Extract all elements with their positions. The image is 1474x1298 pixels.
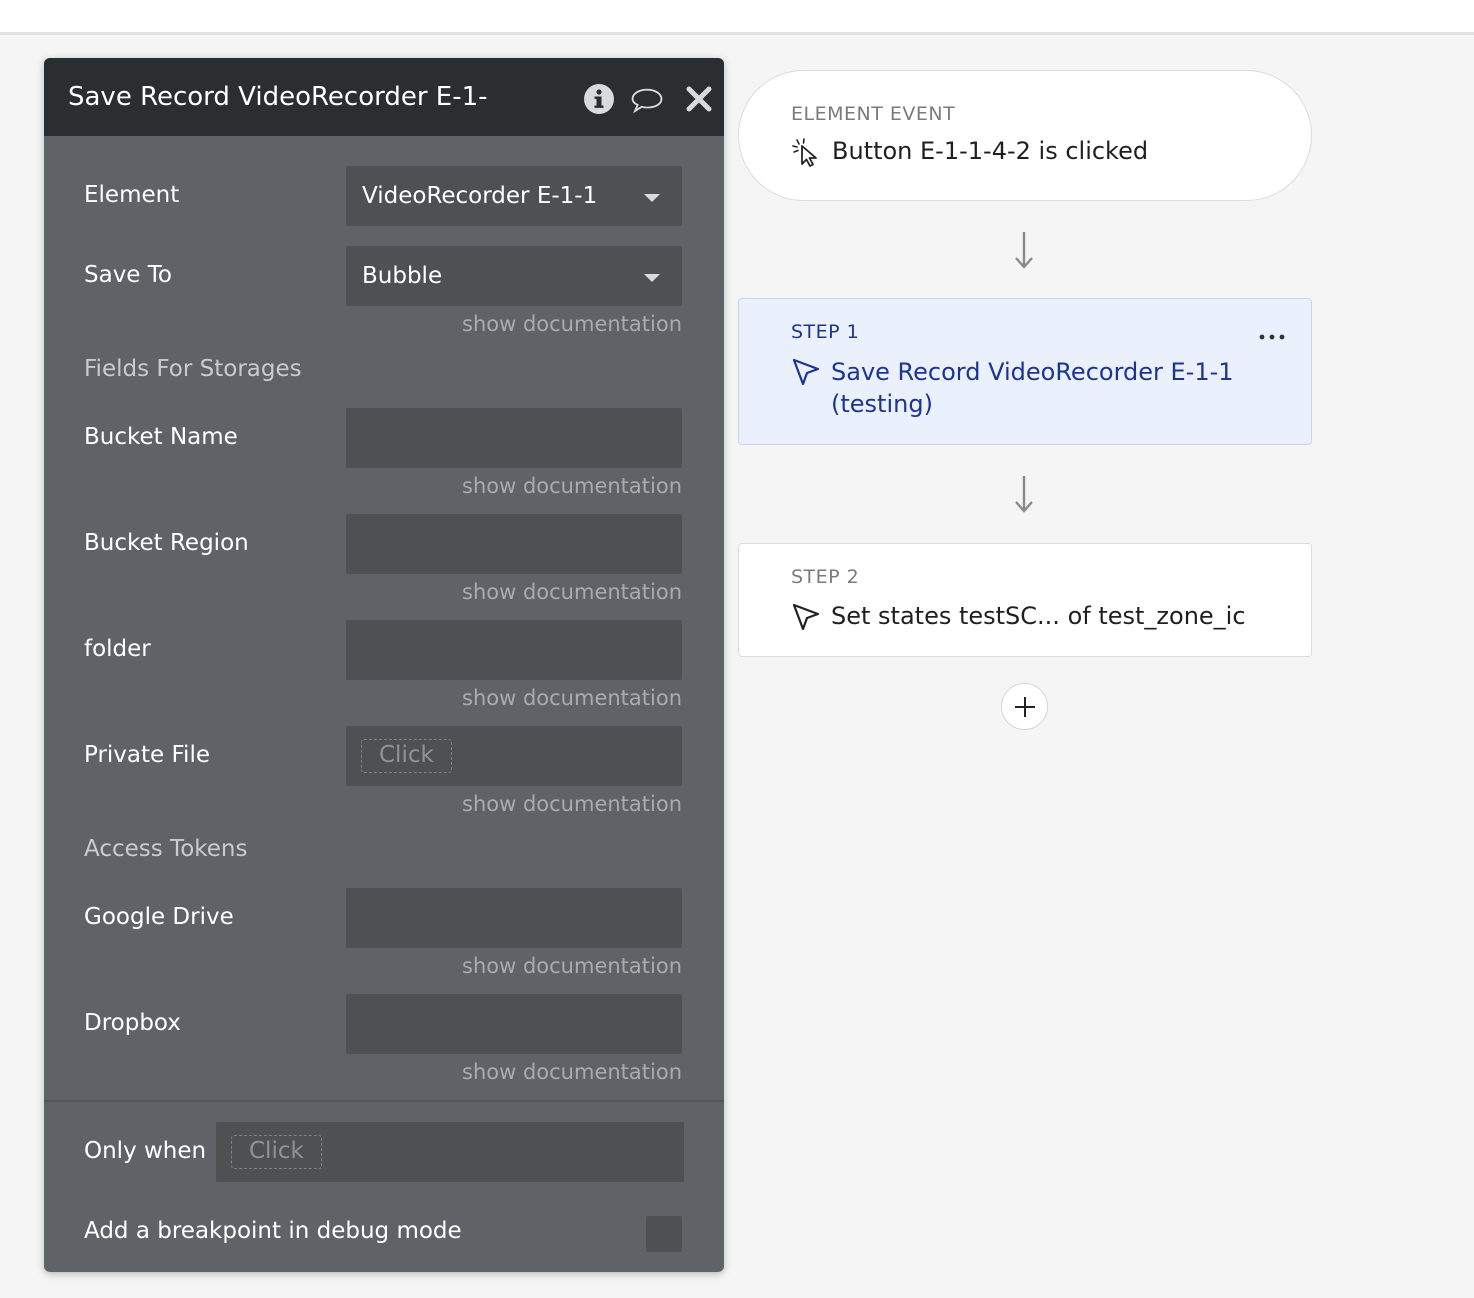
- step-1-subtitle: (testing): [831, 390, 933, 418]
- plus-icon: [1015, 697, 1035, 717]
- step-2-title: Set states testSC... of test_zone_ic: [831, 602, 1246, 630]
- save-to-dropdown[interactable]: Bubble: [346, 246, 682, 306]
- panel-header: Save Record VideoRecorder E-1-: [44, 58, 724, 136]
- only-when-label: Only when: [84, 1138, 207, 1164]
- save-to-label: Save To: [84, 262, 172, 288]
- panel-title: Save Record VideoRecorder E-1-: [68, 82, 488, 112]
- click-placeholder-chip[interactable]: Click: [231, 1135, 322, 1169]
- element-event-card[interactable]: ELEMENT EVENT Button E-1-1-4-2 is clicke…: [738, 70, 1312, 201]
- step-1-card[interactable]: STEP 1 Save Record VideoRecorder E-1-1 (…: [738, 298, 1312, 445]
- add-step-button[interactable]: [1001, 683, 1048, 730]
- step-1-kicker: STEP 1: [791, 321, 860, 343]
- arrow-down-icon: [1015, 232, 1033, 269]
- step-2-card[interactable]: STEP 2 Set states testSC... of test_zone…: [738, 543, 1312, 657]
- dropbox-input[interactable]: [346, 994, 682, 1054]
- only-when-field[interactable]: Click: [216, 1122, 684, 1182]
- bucket-region-label: Bucket Region: [84, 530, 249, 556]
- element-dropdown[interactable]: VideoRecorder E-1-1: [346, 166, 682, 226]
- show-documentation-link[interactable]: show documentation: [346, 954, 682, 978]
- step-2-kicker: STEP 2: [791, 566, 860, 588]
- folder-label: folder: [84, 636, 151, 662]
- bucket-name-label: Bucket Name: [84, 424, 238, 450]
- show-documentation-link[interactable]: show documentation: [346, 474, 682, 498]
- save-to-dropdown-value: Bubble: [362, 263, 443, 289]
- show-documentation-link[interactable]: show documentation: [346, 580, 682, 604]
- private-file-label: Private File: [84, 742, 210, 768]
- close-icon[interactable]: [682, 82, 716, 116]
- info-icon[interactable]: [582, 82, 616, 116]
- fields-for-storages-heading: Fields For Storages: [84, 356, 302, 382]
- click-cursor-icon: [792, 138, 817, 167]
- chevron-down-icon: [644, 194, 660, 202]
- top-bar: [0, 0, 1474, 35]
- element-dropdown-value: VideoRecorder E-1-1: [362, 183, 598, 209]
- show-documentation-link[interactable]: show documentation: [346, 792, 682, 816]
- arrow-down-icon: [1015, 476, 1033, 513]
- more-options-icon[interactable]: [1257, 329, 1287, 345]
- private-file-field[interactable]: Click: [346, 726, 682, 786]
- dropbox-label: Dropbox: [84, 1010, 181, 1036]
- bucket-name-input[interactable]: [346, 408, 682, 468]
- show-documentation-link[interactable]: show documentation: [346, 686, 682, 710]
- element-label: Element: [84, 182, 180, 208]
- divider: [44, 1100, 724, 1102]
- cursor-arrow-icon: [792, 358, 820, 386]
- google-drive-label: Google Drive: [84, 904, 234, 930]
- comment-icon[interactable]: [630, 82, 664, 116]
- folder-input[interactable]: [346, 620, 682, 680]
- click-placeholder-chip[interactable]: Click: [361, 739, 452, 773]
- action-property-panel: Save Record VideoRecorder E-1- Element V…: [44, 58, 724, 1272]
- show-documentation-link[interactable]: show documentation: [346, 312, 682, 336]
- step-1-title: Save Record VideoRecorder E-1-1: [831, 358, 1234, 386]
- cursor-arrow-icon: [792, 603, 820, 631]
- breakpoint-checkbox[interactable]: [646, 1216, 682, 1252]
- google-drive-input[interactable]: [346, 888, 682, 948]
- bucket-region-input[interactable]: [346, 514, 682, 574]
- event-text: Button E-1-1-4-2 is clicked: [832, 137, 1149, 165]
- show-documentation-link[interactable]: show documentation: [346, 1060, 682, 1084]
- access-tokens-heading: Access Tokens: [84, 836, 248, 862]
- chevron-down-icon: [644, 274, 660, 282]
- breakpoint-label: Add a breakpoint in debug mode: [84, 1218, 462, 1244]
- event-kicker: ELEMENT EVENT: [791, 103, 956, 125]
